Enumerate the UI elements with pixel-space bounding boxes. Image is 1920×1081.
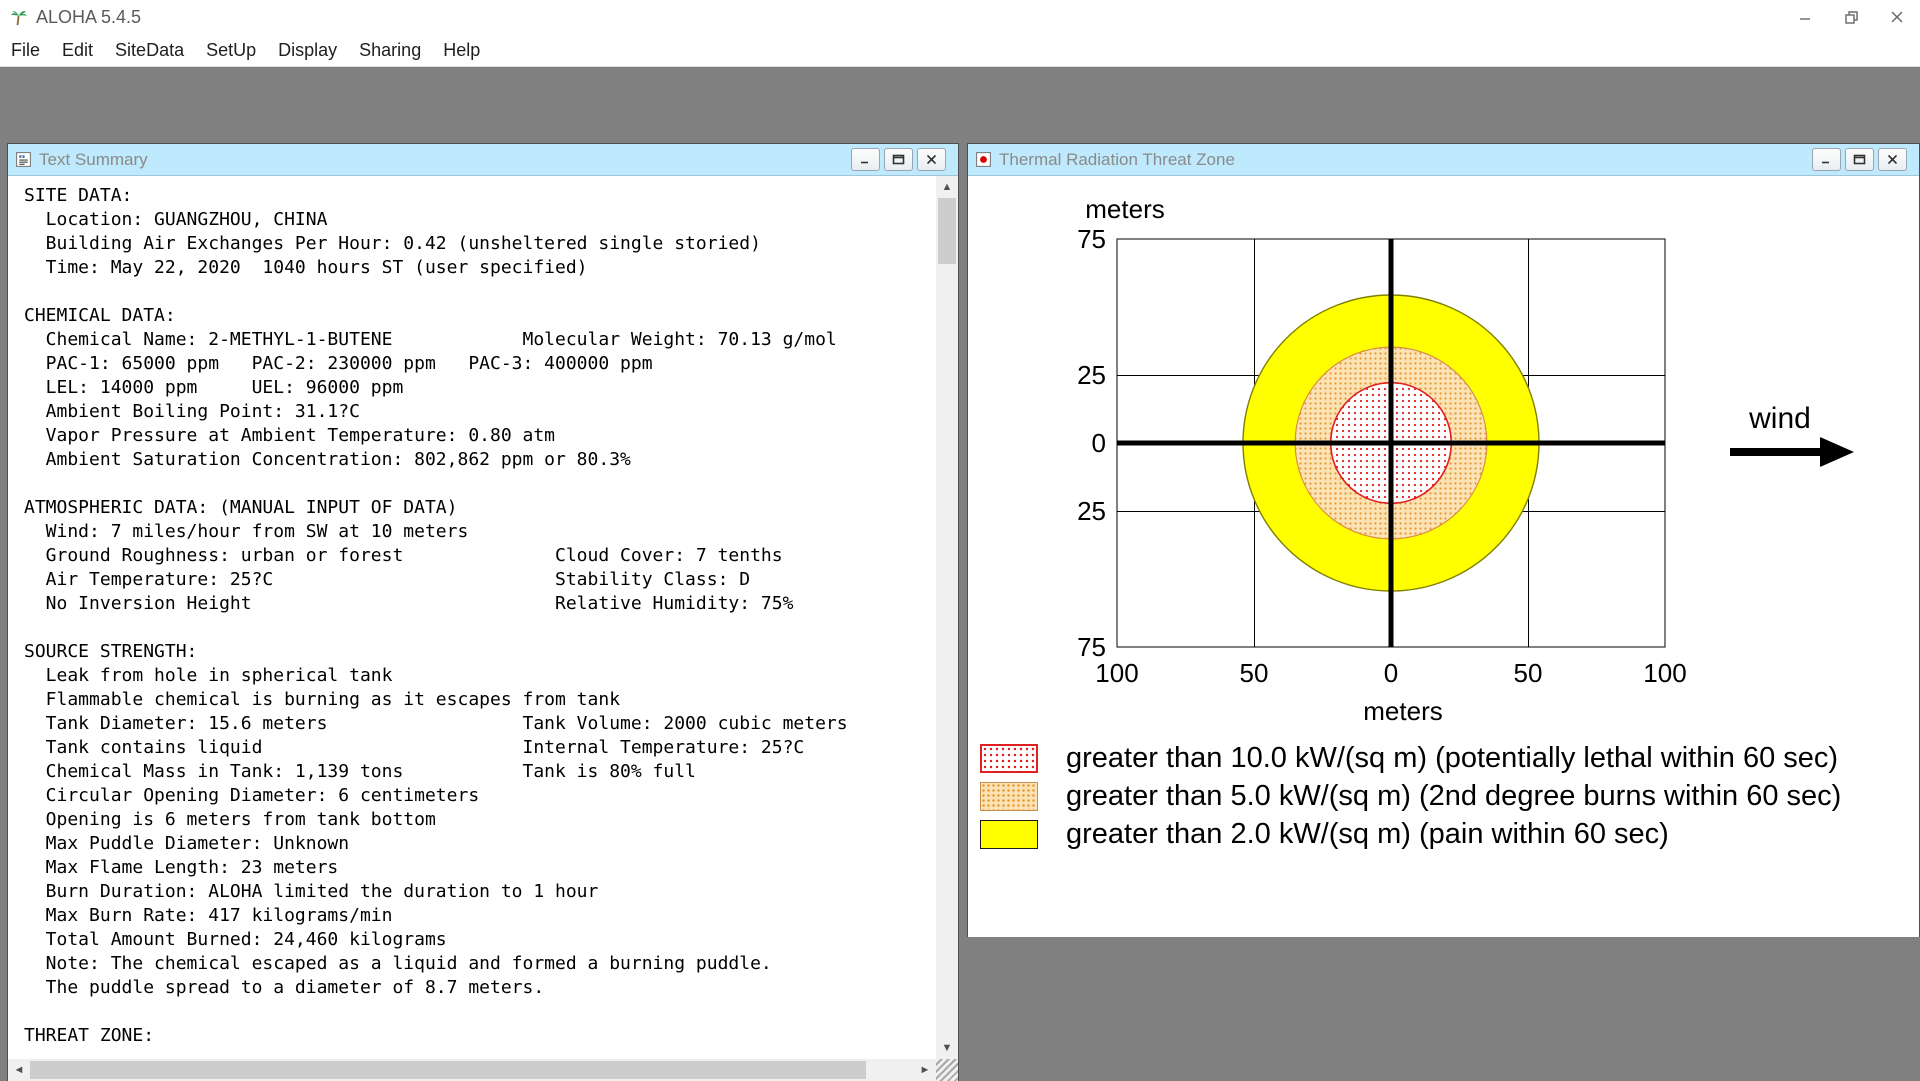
menu-file[interactable]: File [0, 34, 51, 66]
threat-zone-icon [976, 152, 991, 167]
app-title: ALOHA 5.4.5 [36, 6, 142, 27]
legend-label-pain: greater than 2.0 kW/(sq m) (pain within … [1066, 818, 1669, 850]
wind-arrow-icon [1730, 437, 1854, 467]
text-summary-content: SITE DATA: Location: GUANGZHOU, CHINA Bu… [24, 185, 848, 1046]
x-tick-50-left: 50 [1240, 658, 1269, 688]
menu-display[interactable]: Display [267, 34, 348, 66]
restore-icon [1844, 10, 1858, 24]
horizontal-scrollbar-thumb[interactable] [30, 1061, 866, 1079]
vertical-scrollbar-thumb[interactable] [938, 198, 956, 264]
menu-edit[interactable]: Edit [51, 34, 104, 66]
threat-zone-legend: greater than 10.0 kW/(sq m) (potentially… [980, 742, 1919, 850]
text-summary-title: Text Summary [39, 149, 148, 169]
app-titlebar[interactable]: ALOHA 5.4.5 [0, 0, 1920, 34]
wind-label: wind [1748, 402, 1811, 435]
app-minimize-button[interactable] [1782, 0, 1828, 34]
text-summary-maximize-button[interactable] [884, 148, 913, 171]
x-tick-0: 0 [1384, 658, 1398, 688]
x-tick-100-right: 100 [1643, 658, 1686, 688]
y-tick-0: 0 [1092, 428, 1106, 458]
maximize-icon [892, 154, 905, 165]
threat-zone-maximize-button[interactable] [1845, 148, 1874, 171]
threat-zone-close-button[interactable] [1878, 148, 1907, 171]
threat-zone-title: Thermal Radiation Threat Zone [999, 149, 1235, 169]
minimize-icon [1822, 161, 1829, 164]
threat-zone-body: 75 25 0 25 75 100 50 0 50 100 meters met… [968, 176, 1919, 937]
scroll-down-icon[interactable]: ▼ [936, 1037, 958, 1059]
menu-help[interactable]: Help [432, 34, 491, 66]
mdi-workspace: Text Summary SITE DATA: Location: GUANGZ… [0, 67, 1920, 1081]
app-close-button[interactable] [1874, 0, 1920, 34]
aloha-palm-icon [11, 11, 27, 26]
maximize-icon [1853, 154, 1866, 165]
scroll-up-icon[interactable]: ▲ [936, 176, 958, 198]
close-icon [926, 154, 937, 165]
legend-row-lethal: greater than 10.0 kW/(sq m) (potentially… [980, 742, 1919, 774]
app-restore-button[interactable] [1828, 0, 1874, 34]
y-tick-25-bottom: 25 [1077, 496, 1106, 526]
vertical-scrollbar[interactable]: ▲ ▼ [936, 176, 958, 1059]
legend-label-lethal: greater than 10.0 kW/(sq m) (potentially… [1066, 742, 1839, 774]
threat-zone-minimize-button[interactable] [1812, 148, 1841, 171]
minimize-icon [861, 161, 868, 164]
y-tick-75-top: 75 [1077, 224, 1106, 254]
x-tick-50-right: 50 [1514, 658, 1543, 688]
menu-sharing[interactable]: Sharing [348, 34, 432, 66]
text-summary-icon [16, 152, 31, 167]
horizontal-scrollbar[interactable]: ◄ ► [8, 1059, 936, 1081]
close-icon [1887, 154, 1898, 165]
menubar: File Edit SiteData SetUp Display Sharing… [0, 34, 1920, 67]
scroll-left-icon[interactable]: ◄ [8, 1059, 30, 1081]
text-summary-window: Text Summary SITE DATA: Location: GUANGZ… [7, 143, 959, 1081]
y-tick-25-top: 25 [1077, 360, 1106, 390]
legend-row-burns: greater than 5.0 kW/(sq m) (2nd degree b… [980, 780, 1919, 812]
legend-swatch-red [980, 744, 1038, 773]
scroll-right-icon[interactable]: ► [914, 1059, 936, 1081]
y-axis-title: meters [1085, 194, 1164, 224]
legend-row-pain: greater than 2.0 kW/(sq m) (pain within … [980, 818, 1919, 850]
menu-setup[interactable]: SetUp [195, 34, 267, 66]
menu-sitedata[interactable]: SiteData [104, 34, 195, 66]
threat-zone-window: Thermal Radiation Threat Zone 75 25 0 25… [967, 143, 1920, 937]
text-summary-titlebar[interactable]: Text Summary [8, 144, 958, 176]
legend-swatch-yellow [980, 820, 1038, 849]
x-tick-100-left: 100 [1095, 658, 1138, 688]
threat-zone-plot: 75 25 0 25 75 100 50 0 50 100 meters met… [1077, 194, 1854, 726]
text-summary-body: SITE DATA: Location: GUANGZHOU, CHINA Bu… [8, 176, 958, 1081]
close-icon [1891, 11, 1903, 23]
text-summary-close-button[interactable] [917, 148, 946, 171]
legend-label-burns: greater than 5.0 kW/(sq m) (2nd degree b… [1066, 780, 1842, 812]
minimize-icon [1800, 18, 1810, 20]
x-axis-title: meters [1363, 696, 1442, 726]
legend-swatch-orange [980, 782, 1038, 811]
text-summary-minimize-button[interactable] [851, 148, 880, 171]
threat-zone-titlebar[interactable]: Thermal Radiation Threat Zone [968, 144, 1919, 176]
resize-grip[interactable] [936, 1059, 958, 1081]
